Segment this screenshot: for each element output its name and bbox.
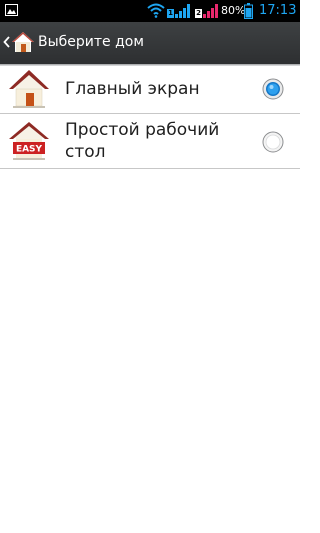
easy-icon-text: EASY [16, 145, 43, 155]
list-item-easy-home[interactable]: EASY Простой рабочий стол [0, 114, 300, 168]
easy-home-icon: EASY [9, 122, 49, 160]
list-divider [0, 168, 300, 169]
gallery-icon [5, 4, 18, 16]
list-item-label: Простой рабочий стол [65, 120, 220, 162]
chevron-left-icon[interactable] [3, 36, 10, 48]
battery-percent: 80% [221, 4, 246, 17]
radio-selected-icon[interactable] [262, 78, 284, 100]
status-bar: 1 2 80% 17:13 [0, 0, 300, 22]
home-icon[interactable] [11, 30, 35, 54]
action-bar: Выберите дом [0, 22, 300, 64]
status-clock: 17:13 [259, 3, 297, 18]
sim1-badge: 1 [167, 9, 174, 18]
list-item-home-screen[interactable]: Главный экран [0, 66, 300, 113]
signal-icon [203, 4, 218, 18]
signal-icon [175, 4, 190, 18]
wifi-icon [147, 3, 165, 18]
list-item-label: Главный экран [65, 79, 200, 99]
page-title: Выберите дом [38, 34, 144, 50]
radio-unselected-icon[interactable] [262, 131, 284, 153]
battery-icon [244, 3, 253, 19]
home-icon [9, 70, 49, 108]
sim2-badge: 2 [195, 9, 202, 18]
